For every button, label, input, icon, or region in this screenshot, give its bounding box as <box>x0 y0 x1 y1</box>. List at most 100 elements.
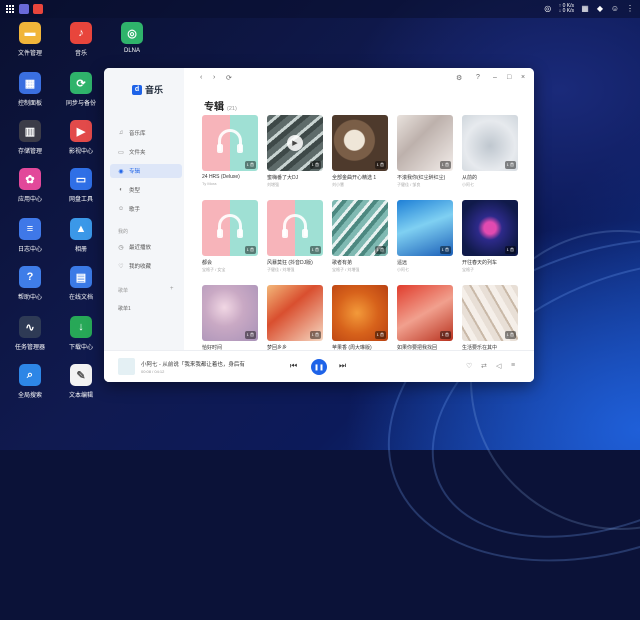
recently-played-icon: ◷ <box>118 244 124 251</box>
album-card[interactable]: 1 首歌者有弟 宝格子 / 刘增强 <box>332 200 388 273</box>
desktop-icon-sync-backup[interactable]: ⟳ 同步与备份 <box>51 72 111 107</box>
help-icon[interactable]: ? <box>476 74 480 81</box>
folders-icon: ▭ <box>118 149 124 156</box>
album-card[interactable]: ▶ 1 首蜜嗨番了大DJ 刘增强 <box>267 115 323 188</box>
playlist-queue-icon[interactable]: ≡ <box>511 362 515 369</box>
nav-music-library[interactable]: ♫ 音乐库 <box>110 126 182 140</box>
genres-icon: ◐ <box>119 187 123 193</box>
track-count-badge: 1 首 <box>374 161 386 169</box>
record-icon[interactable]: ◎ <box>544 5 552 13</box>
album-card[interactable]: 1 首风暴莫狂 (抖音DJ版) 子健佳 / 刘增强 <box>267 200 323 273</box>
refresh-icon[interactable]: ⟳ <box>226 74 232 82</box>
nav-artists[interactable]: ☺ 歌手 <box>110 202 182 216</box>
favorite-icon[interactable]: ♡ <box>466 362 472 370</box>
desktop-icon-disk-tool[interactable]: ▭ 网盘工具 <box>51 168 111 203</box>
grid-icon[interactable]: ▦ <box>581 5 589 13</box>
music-icon: ♪ <box>70 22 92 44</box>
album-artist: 宝格子 / 女宝 <box>202 267 226 272</box>
more-icon[interactable]: ⋮ <box>626 5 634 13</box>
desktop-icon-video-center[interactable]: ▶ 影视中心 <box>51 120 111 155</box>
nav-genres[interactable]: ◐ 类型 <box>110 183 182 197</box>
track-count-badge: 1 首 <box>439 161 451 169</box>
maximize-icon[interactable]: □ <box>507 74 511 81</box>
taskbar-running-app-icon[interactable] <box>19 4 29 14</box>
pause-button[interactable]: ❚❚ <box>311 359 327 375</box>
album-card[interactable]: 1 首开往春天的列车 宝格子 <box>462 200 518 273</box>
album-cover[interactable]: 1 首 <box>462 200 518 256</box>
album-cover[interactable]: 1 首 <box>462 285 518 341</box>
album-cover[interactable]: 1 首 <box>202 200 258 256</box>
album-card[interactable]: 1 首如果你要把我找回宝格子 <box>397 285 453 358</box>
desktop-icon-dlna[interactable]: ◎ DLNA <box>102 22 162 54</box>
album-cover[interactable]: 1 首 <box>267 200 323 256</box>
album-artist: 子健佳 / 邹良 <box>397 182 421 187</box>
nav-favorites[interactable]: ♡ 我的收藏 <box>110 259 182 273</box>
album-card[interactable]: 1 首恰好时间小阿七 / 刘增 <box>202 285 258 358</box>
desktop-icon-photos[interactable]: ▲ 相册 <box>51 218 111 253</box>
headphone-right-cup <box>302 229 308 238</box>
notification-icon[interactable]: ◆ <box>596 5 604 13</box>
taskbar-music-icon[interactable] <box>33 4 43 14</box>
album-cover[interactable]: 1 首 <box>332 285 388 341</box>
album-card[interactable]: 1 首 24 HRS (Deluxe) Ty Mora <box>202 115 258 186</box>
nav-artists-label: 歌手 <box>129 207 141 213</box>
app-launcher-icon[interactable] <box>6 4 15 14</box>
next-icon[interactable]: ⏭ <box>339 361 346 371</box>
repeat-icon[interactable]: ⇄ <box>481 362 487 370</box>
close-icon[interactable]: × <box>521 74 525 81</box>
album-artist: 宝格子 <box>462 267 474 272</box>
album-card[interactable]: 1 首遥远 小阿七 <box>397 200 453 273</box>
desktop-icon-download-center[interactable]: ↓ 下载中心 <box>51 316 111 351</box>
album-name: 开往春天的列车 <box>462 260 498 266</box>
album-card[interactable]: 1 首从前的 小阿七 <box>462 115 518 188</box>
forward-icon[interactable]: › <box>213 74 215 81</box>
album-cover[interactable]: 1 首 <box>397 200 453 256</box>
nav-folders[interactable]: ▭ 文件夹 <box>110 145 182 159</box>
track-count-badge: 1 首 <box>374 246 386 254</box>
now-playing-cover[interactable] <box>118 358 135 375</box>
settings-icon[interactable]: ⚙ <box>456 74 462 82</box>
album-name: 歌者有弟 <box>332 260 353 266</box>
disk-tool-icon: ▭ <box>70 168 92 190</box>
album-cover[interactable]: 1 首 <box>462 115 518 171</box>
album-name: 风暴莫狂 (抖音DJ版) <box>267 260 313 266</box>
album-cover[interactable]: 1 首 <box>397 285 453 341</box>
volume-icon[interactable]: ◁ <box>496 362 501 370</box>
nav-recently-played[interactable]: ◷ 最近播放 <box>110 240 182 254</box>
album-card[interactable]: 1 首不滚我你(红尘醉红尘) 子健佳 / 邹良 <box>397 115 453 188</box>
file-manager-icon: ▬ <box>19 22 41 44</box>
headphone-right-cup <box>237 229 243 238</box>
minimize-icon[interactable]: – <box>493 74 497 81</box>
global-search-icon: ⌕ <box>19 364 41 386</box>
track-count-badge: 1 首 <box>504 246 516 254</box>
album-card[interactable]: 1 首苹果香 (周大琳版)宝格子 / 小阿七 <box>332 285 388 358</box>
video-center-icon: ▶ <box>70 120 92 142</box>
nav-albums[interactable]: ◉ 专辑 <box>110 164 182 178</box>
album-cover[interactable]: 1 首 <box>332 115 388 171</box>
album-card[interactable]: 1 首全部金曲开心精选 1 刘小慧 <box>332 115 388 188</box>
add-playlist-button[interactable]: + <box>170 286 174 292</box>
nav-favorites-label: 我的收藏 <box>129 264 152 270</box>
album-cover[interactable]: 1 首 <box>267 285 323 341</box>
album-cover[interactable]: 1 首 <box>202 285 258 341</box>
top-taskbar: ◎ ↑ 0 K/s ↓ 0 K/s ▦ ◆ ☺ ⋮ <box>0 0 640 18</box>
headphones-icon <box>282 214 308 238</box>
desktop-icon-online-docs[interactable]: ▤ 在线文档 <box>51 266 111 301</box>
playlist-item[interactable]: 歌单1 <box>118 305 131 312</box>
desktop-icon-text-editor[interactable]: ✎ 文本编辑 <box>51 364 111 399</box>
album-cover[interactable]: 1 首 <box>202 115 258 171</box>
download-center-icon: ↓ <box>70 316 92 338</box>
album-cover[interactable]: 1 首 <box>397 115 453 171</box>
back-icon[interactable]: ‹ <box>200 74 202 81</box>
nav-folders-label: 文件夹 <box>129 150 146 156</box>
album-cover[interactable]: 1 首 <box>332 200 388 256</box>
albums-icon: ◉ <box>118 168 124 175</box>
album-card[interactable]: 1 首都会 宝格子 / 女宝 <box>202 200 258 273</box>
album-card[interactable]: 1 首生活要乐在其中宝格子 / 刘增 <box>462 285 518 358</box>
app-center-icon: ✿ <box>19 168 41 190</box>
play-icon[interactable]: ▶ <box>287 135 303 151</box>
album-card[interactable]: 1 首梦回乡乡宝格子 <box>267 285 323 358</box>
user-icon[interactable]: ☺ <box>611 5 619 13</box>
album-cover[interactable]: ▶ 1 首 <box>267 115 323 171</box>
previous-icon[interactable]: ⏮ <box>290 361 297 371</box>
